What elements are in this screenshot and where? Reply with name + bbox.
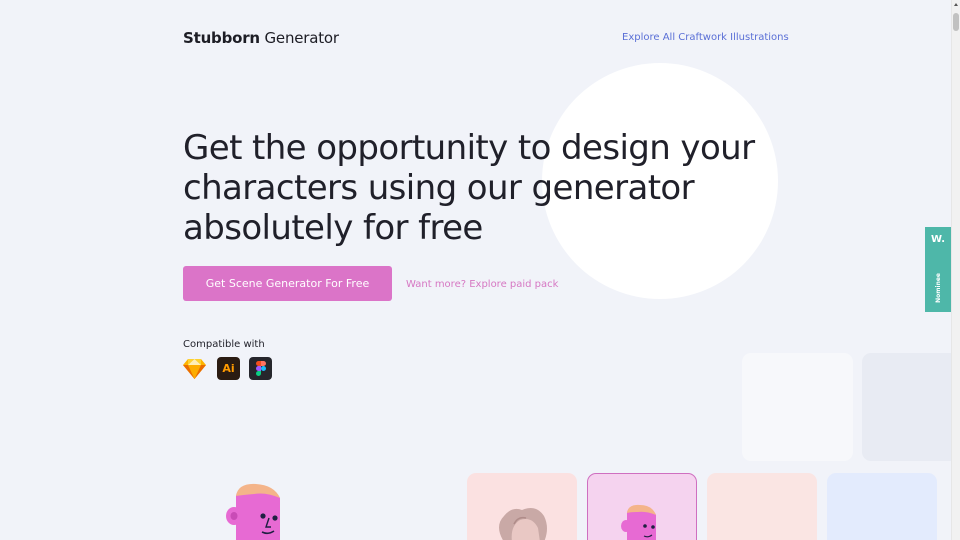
headline-line-3: absolutely for free	[183, 208, 483, 248]
illustrator-icon: Ai	[217, 357, 240, 380]
compatible-label: Compatible with	[183, 339, 265, 350]
get-generator-button[interactable]: Get Scene Generator For Free	[183, 266, 392, 301]
hero-headline: Get the opportunity to design your chara…	[183, 128, 803, 248]
scroll-up-arrow-icon[interactable]	[954, 3, 958, 6]
brand-name-bold: Stubborn	[183, 29, 260, 47]
badge-letter: W.	[930, 234, 945, 245]
scrollbar-thumb[interactable]	[953, 13, 959, 31]
brand-logo[interactable]: Stubborn Generator	[183, 29, 339, 47]
badge-label: Nominee	[934, 273, 942, 303]
character-head-illustration	[226, 483, 280, 540]
figma-icon	[249, 357, 272, 380]
headline-line-1: Get the opportunity to design your	[183, 128, 755, 168]
sketch-icon	[183, 357, 206, 380]
page-scrollbar[interactable]	[951, 0, 960, 540]
explore-paid-pack-link[interactable]: Want more? Explore paid pack	[406, 279, 558, 290]
character-hair-thumbnail	[499, 508, 547, 540]
illustrator-icon-text: Ai	[222, 362, 235, 375]
explore-illustrations-link[interactable]: Explore All Craftwork Illustrations	[622, 32, 789, 43]
character-card[interactable]	[707, 473, 817, 540]
character-card[interactable]	[827, 473, 937, 540]
brand-name-light: Generator	[264, 29, 340, 47]
awwwards-nominee-badge[interactable]: W. Nominee	[925, 227, 951, 312]
character-head-thumbnail	[621, 504, 656, 540]
preview-card[interactable]	[742, 353, 853, 461]
headline-line-2: characters using our generator	[183, 168, 695, 208]
preview-card[interactable]	[862, 353, 960, 461]
page: Stubborn Generator Explore All Craftwork…	[0, 0, 960, 540]
